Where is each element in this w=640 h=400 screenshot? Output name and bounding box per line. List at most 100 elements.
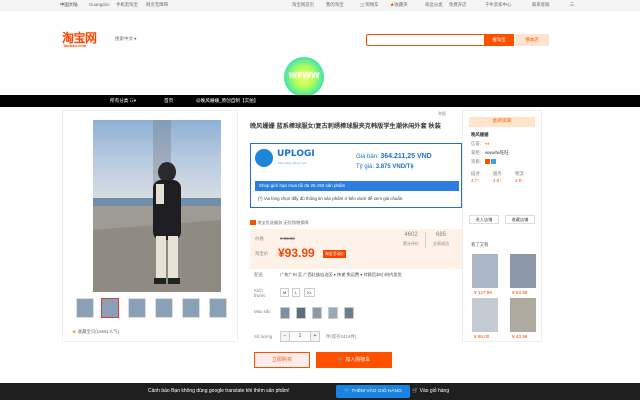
- sales-count-label: 交易成功: [433, 241, 449, 246]
- current-price: ¥93.99: [278, 246, 315, 260]
- nav-shop-name[interactable]: @晚风姗姗_原创自制【实拍】: [196, 98, 258, 104]
- recommend-item-3[interactable]: [472, 298, 498, 332]
- uplogi-note: (*) Vui lòng chọn đầy đủ thông tin sản p…: [258, 196, 404, 201]
- uplogi-price-line: Giá bán: 364.211,25 VND: [356, 153, 432, 160]
- rating-logistics-value: 4.8↑: [515, 178, 524, 183]
- thumbnail-3[interactable]: [128, 298, 146, 318]
- shop-logo-text: WFWW: [288, 71, 320, 80]
- cart-icon: 🛒: [344, 389, 351, 394]
- original-price: ¥ 98.99: [280, 236, 295, 241]
- shop-quality-label: 资质:: [471, 159, 482, 164]
- follow-shop-button[interactable]: 收藏店铺: [505, 215, 535, 224]
- star-icon: ★: [72, 329, 77, 334]
- uplogi-rate-line: Tỷ giá: 3.875 VND/Tệ: [356, 164, 414, 170]
- language-select[interactable]: 搜索中文 ▾: [115, 36, 137, 42]
- price-label: 价格: [255, 236, 264, 241]
- shop-name[interactable]: 晚风姗姗: [471, 132, 489, 138]
- search-button[interactable]: 搜淘宝: [484, 34, 514, 46]
- recommend-price-4: ¥ 43.99: [512, 334, 528, 339]
- list-icon: ☷▾: [129, 98, 137, 103]
- rating-service-value: 4.8↑: [493, 178, 502, 183]
- recommend-item-1[interactable]: [472, 254, 498, 288]
- thumbnail-4[interactable]: [155, 298, 173, 318]
- collect-link[interactable]: ★ 收藏宝贝(15691人气): [72, 329, 119, 335]
- top-bar: 中国大陆 Guangdon 手机逛淘宝 网页无障碍 淘宝网首页 我的淘宝 🛒购物…: [0, 0, 640, 11]
- shop-nav-bar: 所有分类 ☷▾ 首页 @晚风姗姗_原创自制【实拍】: [0, 95, 640, 107]
- seller-center-link[interactable]: 千牛卖家中心: [485, 2, 511, 8]
- uplogi-logo-icon: [255, 149, 273, 167]
- color-label: Màu sắc: [254, 309, 271, 314]
- open-shop-link[interactable]: 免费开店: [449, 2, 467, 8]
- cart-icon: 🛒: [412, 388, 419, 394]
- shop-logo[interactable]: WFWW: [284, 57, 324, 97]
- rating-service-label: 服务: [493, 171, 502, 176]
- contact-service-link[interactable]: 联系客服: [532, 2, 550, 8]
- my-taobao-link[interactable]: 我的淘宝: [326, 2, 344, 8]
- quality-icon-2: [491, 159, 496, 164]
- quantity-input[interactable]: 1: [290, 331, 310, 342]
- uplogi-footer-bar: Cảnh báo Bạn không dùng google translate…: [0, 383, 640, 400]
- uplogi-brand-sub: Mua hàng thông minh: [278, 161, 308, 165]
- recommend-item-4[interactable]: [510, 298, 536, 332]
- color-swatch-5[interactable]: [344, 307, 354, 319]
- mobile-taobao-link[interactable]: 手机逛淘宝: [116, 2, 138, 8]
- thumbnail-6[interactable]: [209, 298, 227, 318]
- gold-seller-badge: 金牌卖家: [469, 117, 535, 127]
- taobao-home-link[interactable]: 淘宝网首页: [292, 2, 314, 8]
- color-swatch-3[interactable]: [312, 307, 322, 319]
- shop-contact-label: 掌柜:: [471, 150, 482, 155]
- search-shop-button[interactable]: 搜本店: [515, 34, 549, 46]
- thumbnail-1[interactable]: [76, 298, 94, 318]
- price-tag: 淘宝活动价: [323, 250, 346, 258]
- uplogi-price-value: 364.211,25 VND: [380, 153, 432, 160]
- color-swatch-4[interactable]: [328, 307, 338, 319]
- menu-icon[interactable]: ☰: [570, 2, 574, 8]
- recommend-price-3: ¥ 65.00: [474, 334, 490, 339]
- size-option-m[interactable]: M: [280, 288, 290, 297]
- thumbnail-2[interactable]: [101, 298, 119, 318]
- nav-home[interactable]: 首页: [164, 98, 173, 104]
- size-option-xl[interactable]: XL: [304, 288, 315, 297]
- header: 淘宝网 Taobao.com 搜索中文 ▾ 搜淘宝 搜本店 WFWW: [0, 11, 640, 97]
- rating-logistics-label: 物流: [515, 171, 524, 176]
- recommend-price-2: ¥ 53.99: [512, 290, 528, 295]
- nav-all-categories[interactable]: 所有分类 ☷▾: [110, 98, 136, 104]
- user-link[interactable]: Guangdon: [89, 2, 110, 7]
- size-option-l[interactable]: L: [292, 288, 301, 297]
- product-main-image[interactable]: [93, 120, 221, 292]
- shop-rating-value: ♦♦: [485, 141, 490, 146]
- recommend-price-1: ¥ 127.99: [474, 290, 492, 295]
- color-swatch-2[interactable]: [296, 307, 306, 319]
- cart-link[interactable]: 🛒购物车: [360, 2, 379, 8]
- accessibility-link[interactable]: 网页无障碍: [146, 2, 168, 8]
- quantity-decrease-button[interactable]: −: [280, 331, 290, 342]
- sales-count: 685: [435, 232, 446, 238]
- shipping-value[interactable]: 广东广州 至 广西壮族自治区 ▾ 快递 免运费 ▾ 付款后48小时内发货: [280, 272, 402, 278]
- favorites-link[interactable]: ★收藏夹: [390, 2, 408, 8]
- taobao-logo-sub: Taobao.com: [63, 43, 87, 48]
- review-count[interactable]: 4602: [396, 232, 426, 238]
- buy-now-button[interactable]: 立即购买: [254, 352, 310, 368]
- badge-icon: [250, 220, 256, 226]
- cart-icon: 🛒: [337, 357, 344, 363]
- shop-contact-value[interactable]: wwwifw旺旺: [485, 150, 509, 156]
- uplogi-rate-value: 3.875 VND/Tệ: [375, 164, 414, 170]
- review-count-label: 累计评价: [403, 241, 419, 246]
- thumbnail-5[interactable]: [182, 298, 200, 318]
- stat-divider: [425, 232, 426, 248]
- add-to-cart-uplogi-button[interactable]: 🛒 THÊM VÀO GIỎ HÀNG: [336, 385, 410, 398]
- recommend-title: 看了又看: [471, 242, 489, 247]
- promo-price-label: 淘宝价: [255, 251, 269, 256]
- color-swatch-1[interactable]: [280, 307, 290, 319]
- shipping-label: 配送: [254, 272, 263, 277]
- categories-link[interactable]: 商品分类: [425, 2, 443, 8]
- recommend-item-2[interactable]: [510, 254, 536, 288]
- region-selector[interactable]: 中国大陆: [60, 2, 78, 8]
- enter-shop-button[interactable]: 进入店铺: [469, 215, 499, 224]
- go-to-cart-link[interactable]: 🛒 Vào giỏ hàng: [412, 388, 449, 394]
- quantity-increase-button[interactable]: +: [310, 331, 320, 342]
- add-to-cart-button[interactable]: 🛒 加入购物车: [316, 352, 392, 368]
- purchase-limit-banner: Shop giới hạn mua tối đa 26.193 sản phẩm: [255, 181, 459, 191]
- report-icon[interactable]: 举报: [438, 111, 446, 117]
- uplogi-brand: UPLOGI: [277, 149, 315, 159]
